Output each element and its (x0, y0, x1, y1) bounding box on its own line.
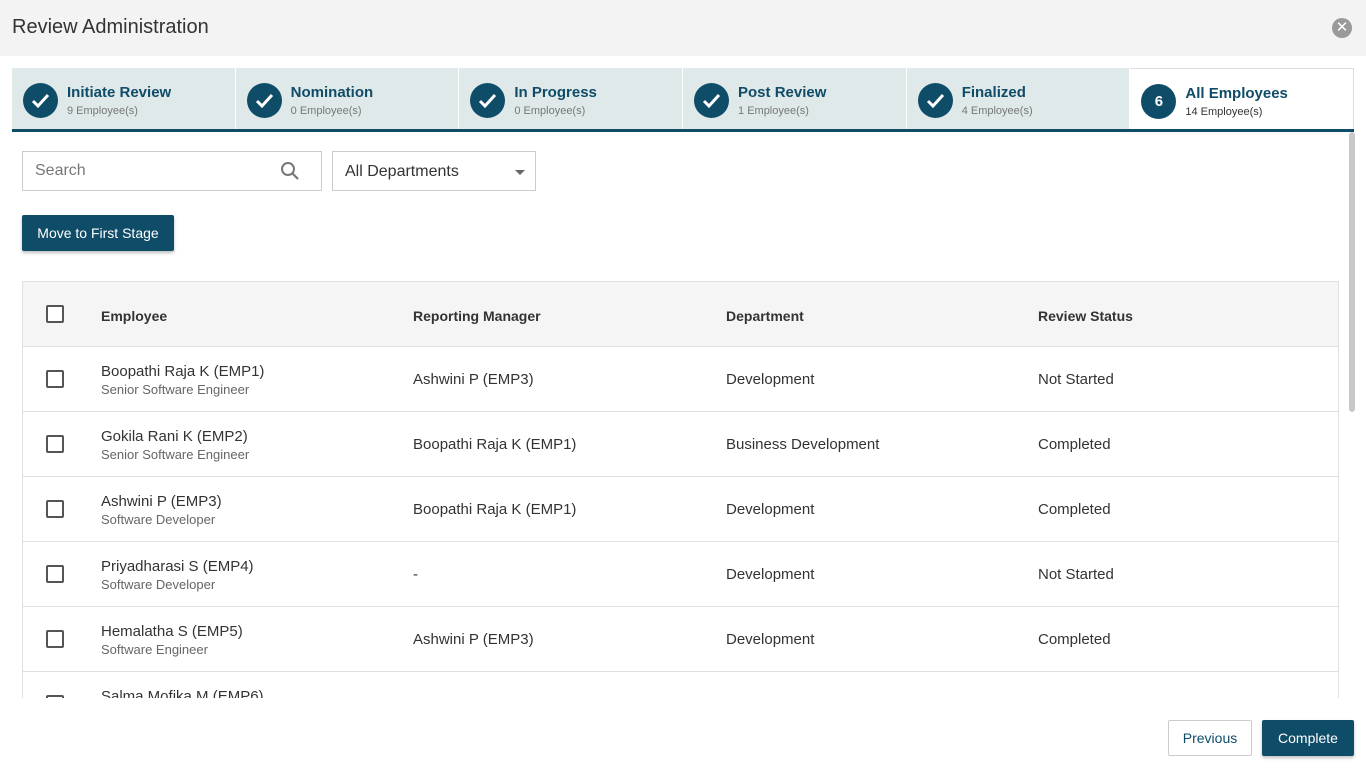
search-input[interactable] (23, 152, 273, 190)
step-label: All Employees (1185, 85, 1288, 102)
employee-title: Software Developer (101, 512, 216, 527)
reporting-manager: Boopathi Raja K (EMP1) (413, 436, 577, 453)
dialog-header: Review Administration ✕ (0, 0, 1366, 56)
employee-name: Boopathi Raja K (EMP1) (101, 363, 265, 380)
column-header-reporting-manager[interactable]: Reporting Manager (413, 308, 541, 324)
complete-button[interactable]: Complete (1262, 720, 1354, 756)
select-all-checkbox[interactable] (46, 305, 64, 323)
check-icon (470, 83, 506, 118)
reporting-manager: Boopathi Raja K (EMP1) (413, 501, 577, 518)
employee-name: Salma Mofika M (EMP6) (101, 688, 264, 698)
step-in-progress[interactable]: In Progress 0 Employee(s) (459, 68, 684, 129)
employee-table: Employee Reporting Manager Department Re… (22, 281, 1339, 698)
step-count: 14 Employee(s) (1185, 106, 1263, 118)
row-checkbox[interactable] (46, 435, 64, 453)
step-label: Post Review (738, 84, 827, 101)
step-post-review[interactable]: Post Review 1 Employee(s) (683, 68, 907, 129)
check-icon (23, 83, 58, 118)
search-icon[interactable] (280, 161, 300, 186)
step-count: 0 Employee(s) (514, 105, 586, 117)
caret-down-icon (515, 170, 525, 175)
row-checkbox[interactable] (46, 630, 64, 648)
check-icon (917, 83, 953, 118)
table-row[interactable]: Hemalatha S (EMP5) Software Engineer Ash… (23, 607, 1338, 672)
check-icon (694, 83, 730, 118)
department-selected-value: All Departments (345, 163, 459, 180)
reporting-manager: Ashwini P (EMP3) (413, 371, 534, 388)
step-label: Finalized (961, 84, 1026, 101)
step-count: 1 Employee(s) (738, 105, 809, 117)
step-label: In Progress (514, 84, 597, 101)
vertical-scrollbar[interactable] (1349, 132, 1355, 412)
step-number: 6 (1141, 84, 1177, 119)
reporting-manager: - (413, 566, 418, 583)
department-select[interactable]: All Departments (332, 151, 536, 191)
row-checkbox[interactable] (46, 695, 64, 698)
review-status: Completed (1038, 501, 1111, 518)
employee-name: Gokila Rani K (EMP2) (101, 428, 248, 445)
step-count: 4 Employee(s) (961, 105, 1033, 117)
employee-title: Software Developer (101, 577, 216, 592)
employee-title: Senior Software Engineer (101, 382, 250, 397)
row-checkbox[interactable] (46, 565, 64, 583)
table-row[interactable]: Boopathi Raja K (EMP1) Senior Software E… (23, 347, 1338, 412)
step-initiate-review[interactable]: Initiate Review 9 Employee(s) (12, 68, 236, 129)
check-icon (246, 83, 282, 118)
table-header: Employee Reporting Manager Department Re… (23, 282, 1338, 347)
review-status: Completed (1038, 631, 1111, 648)
table-row[interactable]: Priyadharasi S (EMP4) Software Developer… (23, 542, 1338, 607)
department: Development (726, 566, 815, 583)
close-icon[interactable]: ✕ (1332, 18, 1352, 38)
review-status: Completed (1038, 436, 1111, 453)
employee-name: Hemalatha S (EMP5) (101, 623, 243, 640)
step-nomination[interactable]: Nomination 0 Employee(s) (235, 68, 460, 129)
department: Business Development (726, 436, 880, 453)
search-field (22, 151, 322, 191)
table-row[interactable]: Ashwini P (EMP3) Software Developer Boop… (23, 477, 1338, 542)
row-checkbox[interactable] (46, 370, 64, 388)
employee-name: Priyadharasi S (EMP4) (101, 558, 254, 575)
row-checkbox[interactable] (46, 500, 64, 518)
step-finalized[interactable]: Finalized 4 Employee(s) (906, 68, 1131, 129)
review-status: Not Started (1038, 371, 1114, 388)
department: Development (726, 501, 815, 518)
step-count: 0 Employee(s) (290, 105, 362, 117)
employee-title: Software Engineer (101, 642, 208, 657)
column-header-review-status[interactable]: Review Status (1038, 308, 1133, 324)
column-header-department[interactable]: Department (726, 308, 804, 324)
previous-button[interactable]: Previous (1168, 720, 1252, 756)
employee-title: Senior Software Engineer (101, 447, 250, 462)
employee-name: Ashwini P (EMP3) (101, 493, 222, 510)
step-label: Initiate Review (67, 84, 172, 101)
step-count: 9 Employee(s) (67, 105, 138, 117)
review-stepper: Initiate Review 9 Employee(s) Nomination… (12, 68, 1355, 132)
reporting-manager: Ashwini P (EMP3) (413, 631, 534, 648)
department: Development (726, 631, 815, 648)
table-row[interactable]: Salma Mofika M (EMP6) (23, 672, 1338, 698)
column-header-employee[interactable]: Employee (101, 308, 167, 324)
step-all-employees[interactable]: 6 All Employees 14 Employee(s) (1130, 68, 1355, 129)
table-row[interactable]: Gokila Rani K (EMP2) Senior Software Eng… (23, 412, 1338, 477)
review-status: Not Started (1038, 566, 1114, 583)
move-to-first-stage-button[interactable]: Move to First Stage (22, 215, 174, 251)
dialog-title: Review Administration (12, 16, 209, 38)
step-label: Nomination (290, 84, 374, 101)
department: Development (726, 371, 815, 388)
